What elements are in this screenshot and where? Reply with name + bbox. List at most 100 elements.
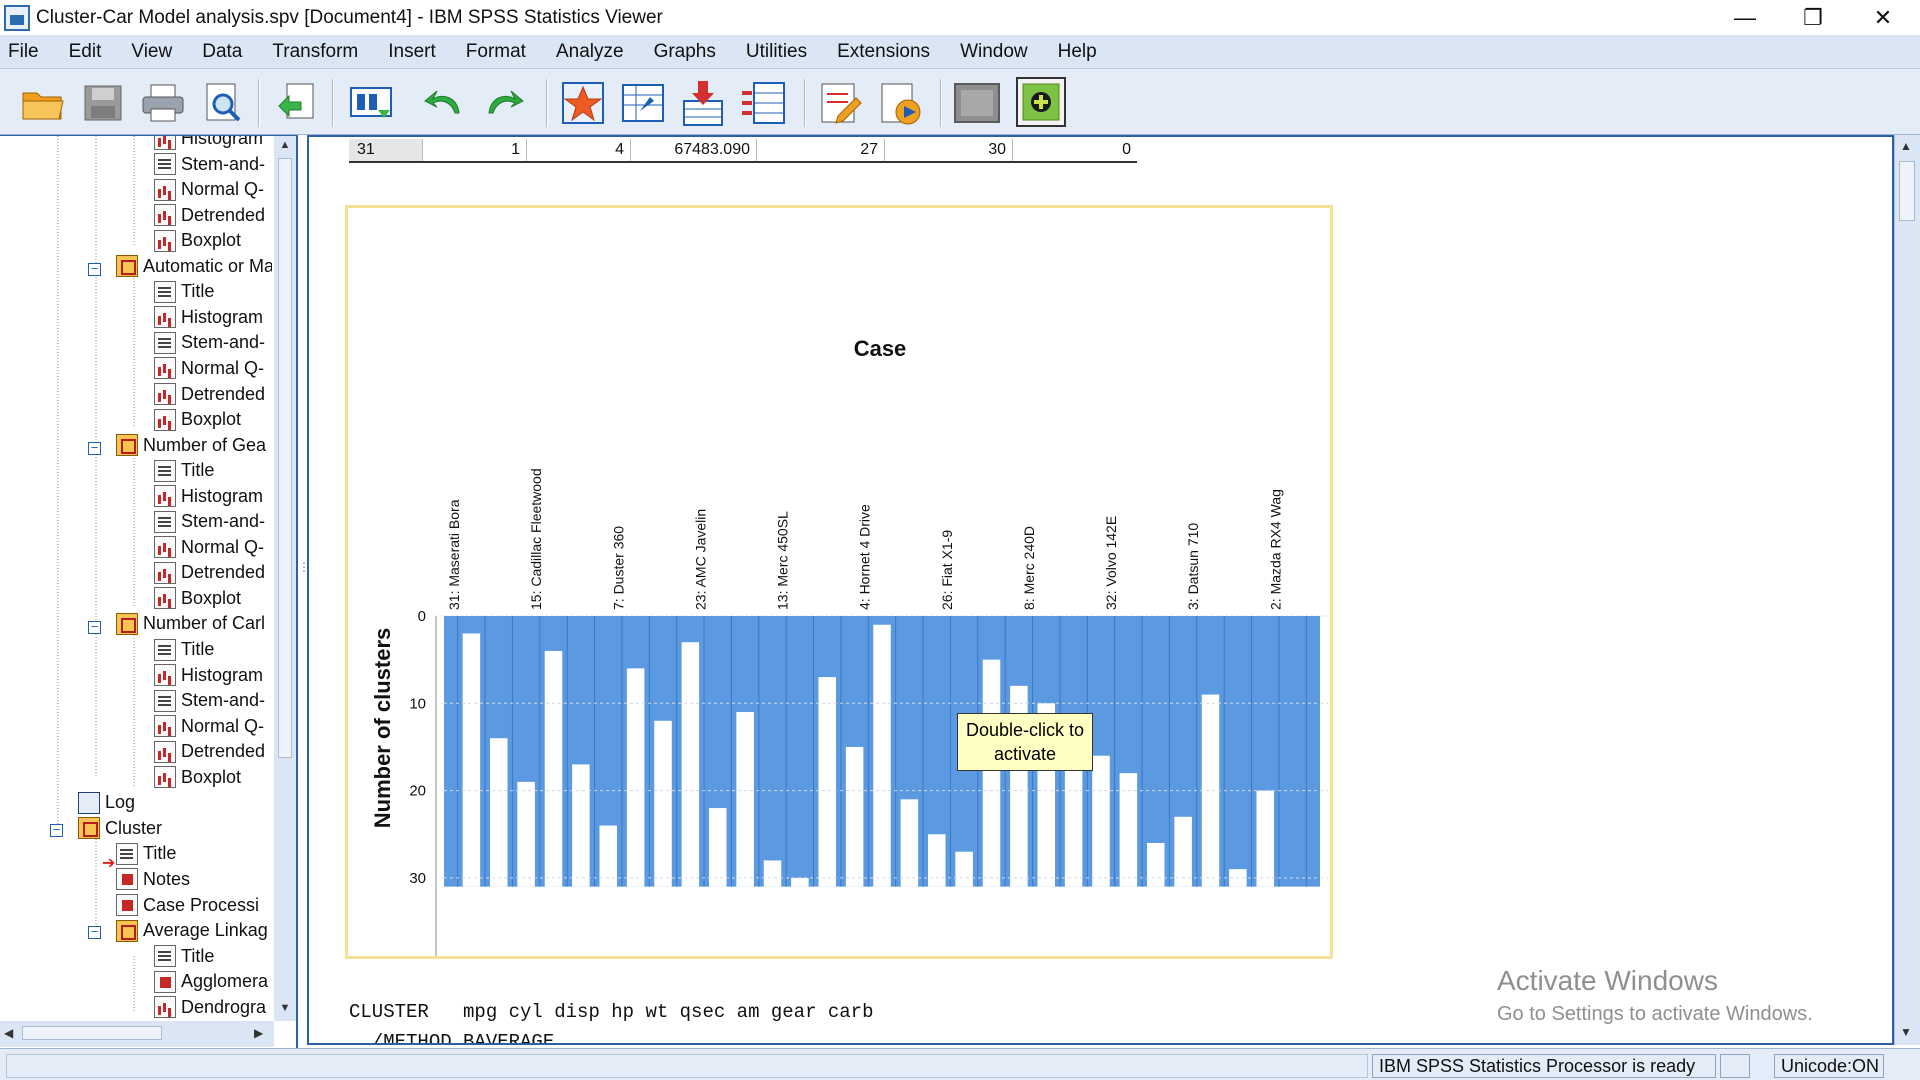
table-icon	[116, 868, 138, 891]
tree-item[interactable]: Normal Q-	[154, 535, 264, 560]
icicle-gap	[708, 808, 727, 887]
save-icon[interactable]	[78, 79, 128, 127]
outline-hscroll-thumb[interactable]	[22, 1026, 162, 1040]
tree-item[interactable]: Boxplot	[154, 228, 241, 253]
collapse-toggle[interactable]: −	[88, 262, 101, 276]
outline-tree[interactable]: − − − − − ➔ Histogram Stem-and- Normal Q- D…	[0, 136, 272, 1021]
collapse-toggle[interactable]: −	[88, 441, 101, 455]
tree-item[interactable]: Case Processi	[116, 893, 259, 918]
restore-button[interactable]: ❐	[1778, 0, 1848, 35]
scroll-up-arrow-icon[interactable]: ▲	[1900, 139, 1912, 153]
tree-item[interactable]: Log	[78, 790, 135, 815]
chart-icon	[154, 204, 176, 227]
outline-scroll-thumb[interactable]	[278, 158, 292, 758]
tree-item[interactable]: Boxplot	[154, 407, 241, 432]
case-label: 3: Datsun 710	[1185, 523, 1201, 610]
menu-extensions[interactable]: Extensions	[837, 41, 930, 63]
tree-item[interactable]: Boxplot	[154, 765, 241, 790]
icicle-gap	[1146, 842, 1165, 887]
insert-cases-icon[interactable]	[678, 79, 728, 127]
tree-item[interactable]: Stem-and-	[154, 152, 265, 177]
add-icon[interactable]	[1016, 77, 1066, 127]
tree-item[interactable]: Normal Q-	[154, 714, 264, 739]
outline-vertical-scrollbar[interactable]: ▲ ▼	[274, 136, 296, 1021]
tree-item[interactable]: Histogram	[154, 136, 263, 151]
tree-item-label: Title	[181, 639, 215, 659]
tree-item-label: Average Linkag	[143, 920, 268, 941]
print-icon[interactable]	[138, 79, 188, 127]
close-button[interactable]: ✕	[1848, 0, 1918, 35]
chart-icon	[154, 178, 176, 201]
collapse-toggle[interactable]: −	[88, 925, 101, 939]
collapse-toggle[interactable]: −	[50, 823, 63, 837]
content-vertical-scrollbar[interactable]: ▲ ▼	[1894, 135, 1920, 1045]
tree-item[interactable]: Detrended	[154, 739, 265, 764]
icicle-gap	[681, 642, 700, 887]
menu-transform[interactable]: Transform	[272, 41, 358, 63]
menu-analyze[interactable]: Analyze	[556, 41, 624, 63]
tree-item[interactable]: Number of Carl	[116, 611, 265, 636]
menu-graphs[interactable]: Graphs	[654, 41, 716, 63]
tree-item[interactable]: Average Linkag	[116, 918, 268, 943]
menu-help[interactable]: Help	[1058, 41, 1097, 63]
tree-item[interactable]: Title	[154, 944, 214, 969]
scroll-left-arrow-icon[interactable]: ◀	[4, 1026, 13, 1040]
table-cell: 4	[527, 139, 631, 161]
tree-item-label: Normal Q-	[181, 357, 265, 378]
open-folder-icon[interactable]	[18, 79, 68, 127]
tree-item[interactable]: Automatic or Ma	[116, 254, 272, 279]
tree-item[interactable]: Title	[154, 279, 214, 304]
run-script-icon[interactable]	[876, 79, 926, 127]
content-scroll-thumb[interactable]	[1899, 161, 1915, 221]
pane-splitter-handle[interactable]: ⋮	[298, 560, 310, 600]
tree-item[interactable]: Stem-and-	[154, 509, 265, 534]
tree-item[interactable]: Notes	[116, 867, 190, 892]
tree-item[interactable]: Boxplot	[154, 586, 241, 611]
tree-item[interactable]: Number of Gea	[116, 433, 266, 458]
menu-utilities[interactable]: Utilities	[746, 41, 807, 63]
menu-window[interactable]: Window	[960, 41, 1028, 63]
menu-insert[interactable]: Insert	[388, 41, 436, 63]
tree-item[interactable]: Stem-and-	[154, 688, 265, 713]
tree-item[interactable]: Normal Q-	[154, 356, 264, 381]
print-preview-icon[interactable]	[198, 79, 248, 127]
chart-icon	[154, 996, 176, 1019]
y-axis-label: Number of clusters	[370, 628, 395, 829]
export-icon[interactable]	[272, 79, 322, 127]
outline-horizontal-scrollbar[interactable]: ◀ ▶	[0, 1021, 274, 1047]
goto-data-icon[interactable]	[346, 79, 396, 127]
select-variables-icon[interactable]	[738, 79, 788, 127]
edit-output-icon[interactable]	[816, 79, 866, 127]
collapse-toggle[interactable]: −	[88, 620, 101, 634]
undo-icon[interactable]	[418, 79, 468, 127]
menu-view[interactable]: View	[131, 41, 172, 63]
activate-icon[interactable]	[952, 79, 1002, 127]
tree-item[interactable]: Stem-and-	[154, 330, 265, 355]
tree-item[interactable]: Agglomera	[154, 969, 268, 994]
goto-case-icon[interactable]	[618, 79, 668, 127]
tree-item[interactable]: Title	[154, 637, 214, 662]
designate-window-icon[interactable]	[558, 79, 608, 127]
minimize-button[interactable]: —	[1710, 0, 1780, 35]
scroll-down-arrow-icon[interactable]: ▼	[1900, 1025, 1912, 1039]
menu-file[interactable]: File	[8, 41, 39, 63]
tree-item[interactable]: Histogram	[154, 663, 263, 688]
tree-item[interactable]: Histogram	[154, 305, 263, 330]
tree-item[interactable]: Title	[116, 841, 176, 866]
tree-item[interactable]: Normal Q-	[154, 177, 264, 202]
tree-item[interactable]: Dendrogra	[154, 995, 266, 1020]
tree-item[interactable]: Detrended	[154, 203, 265, 228]
tree-item[interactable]: Cluster	[78, 816, 162, 841]
menu-data[interactable]: Data	[202, 41, 242, 63]
redo-icon[interactable]	[480, 79, 530, 127]
scroll-down-arrow-icon[interactable]: ▼	[277, 1002, 293, 1018]
tree-item[interactable]: Detrended	[154, 560, 265, 585]
scroll-right-arrow-icon[interactable]: ▶	[254, 1026, 263, 1040]
tree-item[interactable]: Detrended	[154, 382, 265, 407]
tree-item[interactable]: Histogram	[154, 484, 263, 509]
tree-item[interactable]: Title	[154, 458, 214, 483]
menu-format[interactable]: Format	[466, 41, 526, 63]
icicle-chart[interactable]: Case 010203040 31: Maserati Bora15: Cadi…	[345, 205, 1333, 959]
scroll-up-arrow-icon[interactable]: ▲	[277, 139, 293, 155]
menu-edit[interactable]: Edit	[69, 41, 102, 63]
